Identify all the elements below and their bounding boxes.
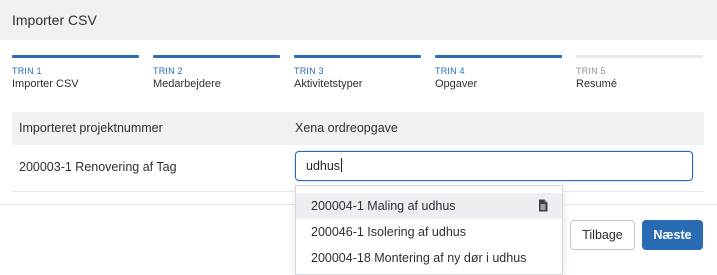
- stepper: TRIN 1 Importer CSV TRIN 2 Medarbejdere …: [12, 55, 704, 95]
- step-4[interactable]: TRIN 4 Opgaver: [435, 55, 562, 90]
- order-task-search-input[interactable]: udhus: [295, 151, 693, 181]
- step-5: TRIN 5 Resumé: [576, 55, 703, 90]
- step-number: TRIN 1: [12, 66, 42, 76]
- option-label: 200046-1 Isolering af udhus: [311, 225, 466, 239]
- option-label: 200004-1 Maling af udhus: [311, 199, 456, 213]
- step-1[interactable]: TRIN 1 Importer CSV: [12, 55, 139, 90]
- text-caret: [341, 158, 343, 172]
- step-label: Importer CSV: [12, 78, 79, 90]
- step-number: TRIN 3: [294, 66, 324, 76]
- next-button[interactable]: Næste: [642, 220, 703, 250]
- step-number: TRIN 4: [435, 66, 465, 76]
- step-number: TRIN 2: [153, 66, 183, 76]
- autocomplete-dropdown: 200004-1 Maling af udhus 200046-1 Isoler…: [295, 185, 563, 275]
- step-label: Opgaver: [435, 78, 478, 90]
- step-label: Resumé: [576, 78, 617, 90]
- column-header-project: Importeret projektnummer: [19, 121, 163, 135]
- step-label: Aktivitetstyper: [294, 78, 363, 90]
- dropdown-option[interactable]: 200004-1 Maling af udhus: [296, 193, 562, 219]
- table-header: Importeret projektnummer Xena ordreopgav…: [12, 112, 704, 145]
- document-icon[interactable]: [538, 199, 548, 212]
- step-progress-bar: [294, 55, 421, 58]
- dropdown-option[interactable]: 200004-18 Montering af ny dør i udhus: [296, 245, 562, 271]
- option-label: 200004-18 Montering af ny dør i udhus: [311, 251, 527, 265]
- step-progress-bar: [153, 55, 280, 58]
- step-label: Medarbejdere: [153, 78, 221, 90]
- dropdown-option[interactable]: 200046-1 Isolering af udhus: [296, 219, 562, 245]
- column-header-order-task: Xena ordreopgave: [295, 121, 398, 135]
- step-progress-bar: [435, 55, 562, 58]
- step-3[interactable]: TRIN 3 Aktivitetstyper: [294, 55, 421, 90]
- step-progress-bar: [576, 55, 703, 58]
- dialog-title: Importer CSV: [12, 12, 97, 28]
- project-number-cell: 200003-1 Renovering af Tag: [19, 160, 177, 174]
- step-2[interactable]: TRIN 2 Medarbejdere: [153, 55, 280, 90]
- step-progress-bar: [12, 55, 139, 58]
- dialog-header: Importer CSV: [0, 0, 717, 40]
- search-input-value: udhus: [306, 159, 341, 173]
- back-button[interactable]: Tilbage: [570, 220, 635, 250]
- step-number: TRIN 5: [576, 66, 606, 76]
